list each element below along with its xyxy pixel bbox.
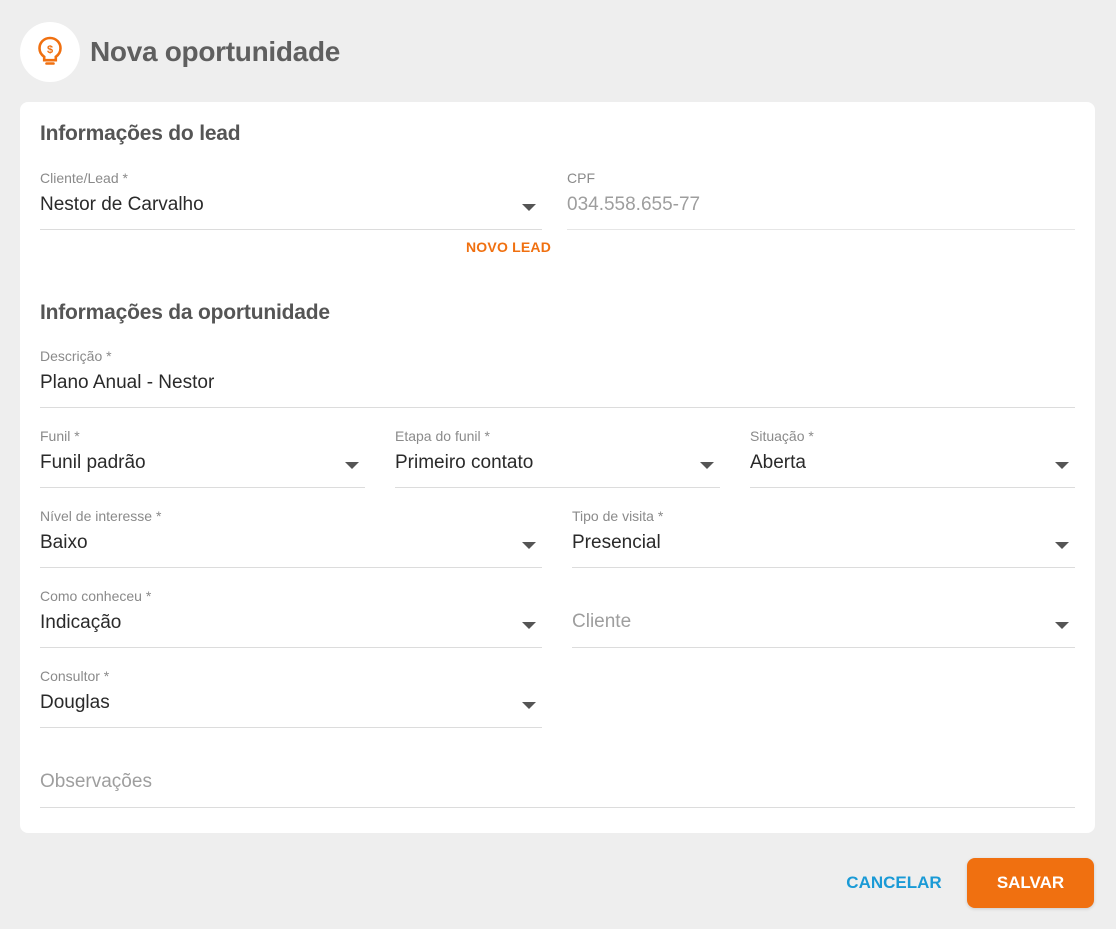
save-button[interactable]: SALVAR (967, 858, 1094, 908)
tipo-visita-select[interactable]: Tipo de visita * Presencial (572, 508, 1075, 570)
field-underline (572, 647, 1075, 648)
field-underline (40, 567, 542, 568)
funil-select[interactable]: Funil * Funil padrão (40, 428, 365, 490)
svg-text:$: $ (47, 44, 53, 56)
dropdown-arrow-icon (700, 462, 714, 469)
dropdown-arrow-icon (522, 204, 536, 211)
cliente-lead-select[interactable]: Cliente/Lead * Nestor de Carvalho (40, 170, 542, 232)
nivel-interesse-value: Baixo (40, 532, 88, 553)
tipo-visita-value: Presencial (572, 532, 661, 553)
cliente-indicador-select[interactable]: Cliente (572, 588, 1075, 650)
cpf-label: CPF (567, 170, 595, 186)
tipo-visita-label: Tipo de visita * (572, 508, 664, 524)
etapa-funil-value: Primeiro contato (395, 452, 534, 473)
funil-value: Funil padrão (40, 452, 146, 473)
field-underline (572, 567, 1075, 568)
consultor-label: Consultor * (40, 668, 110, 684)
cliente-indicador-placeholder: Cliente (572, 611, 632, 632)
cpf-field[interactable]: CPF 034.558.655-77 (567, 170, 1075, 232)
field-underline (40, 647, 542, 648)
dropdown-arrow-icon (522, 622, 536, 629)
etapa-funil-select[interactable]: Etapa do funil * Primeiro contato (395, 428, 720, 490)
field-underline (567, 229, 1075, 230)
field-underline (40, 407, 1075, 408)
dropdown-arrow-icon (1055, 542, 1069, 549)
dropdown-arrow-icon (522, 702, 536, 709)
opportunity-badge: $ (20, 22, 80, 82)
etapa-funil-label: Etapa do funil * (395, 428, 490, 444)
cliente-lead-label: Cliente/Lead * (40, 170, 128, 186)
field-underline (40, 807, 1075, 808)
descricao-label: Descrição * (40, 348, 112, 364)
page-title: Nova oportunidade (90, 36, 341, 67)
descricao-value: Plano Anual - Nestor (40, 372, 215, 393)
consultor-select[interactable]: Consultor * Douglas (40, 668, 542, 730)
cpf-value: 034.558.655-77 (567, 194, 701, 215)
observacoes-placeholder: Observações (40, 771, 152, 792)
opportunity-section-title: Informações da oportunidade (40, 301, 330, 324)
lead-section-title: Informações do lead (40, 122, 241, 145)
como-conheceu-label: Como conheceu * (40, 588, 152, 604)
nivel-interesse-select[interactable]: Nível de interesse * Baixo (40, 508, 542, 570)
field-underline (750, 487, 1075, 488)
funil-label: Funil * (40, 428, 80, 444)
field-underline (40, 229, 542, 230)
form-card: Informações do lead Cliente/Lead * Nesto… (20, 102, 1095, 833)
dropdown-arrow-icon (1055, 462, 1069, 469)
consultor-value: Douglas (40, 692, 110, 713)
cancel-button[interactable]: CANCELAR (838, 858, 950, 908)
situacao-value: Aberta (750, 452, 806, 473)
nivel-interesse-label: Nível de interesse * (40, 508, 162, 524)
novo-lead-button[interactable]: NOVO LEAD (466, 239, 551, 255)
cliente-lead-value: Nestor de Carvalho (40, 194, 204, 215)
field-underline (40, 487, 365, 488)
situacao-label: Situação * (750, 428, 814, 444)
field-underline (395, 487, 720, 488)
dropdown-arrow-icon (1055, 622, 1069, 629)
field-underline (40, 727, 542, 728)
como-conheceu-select[interactable]: Como conheceu * Indicação (40, 588, 542, 650)
como-conheceu-value: Indicação (40, 612, 122, 633)
dropdown-arrow-icon (522, 542, 536, 549)
observacoes-input[interactable]: Observações (40, 748, 1075, 810)
descricao-input[interactable]: Descrição * Plano Anual - Nestor (40, 348, 1075, 410)
situacao-select[interactable]: Situação * Aberta (750, 428, 1075, 490)
page-header: $ Nova oportunidade (20, 22, 340, 82)
lightbulb-dollar-icon: $ (38, 36, 62, 65)
dropdown-arrow-icon (345, 462, 359, 469)
